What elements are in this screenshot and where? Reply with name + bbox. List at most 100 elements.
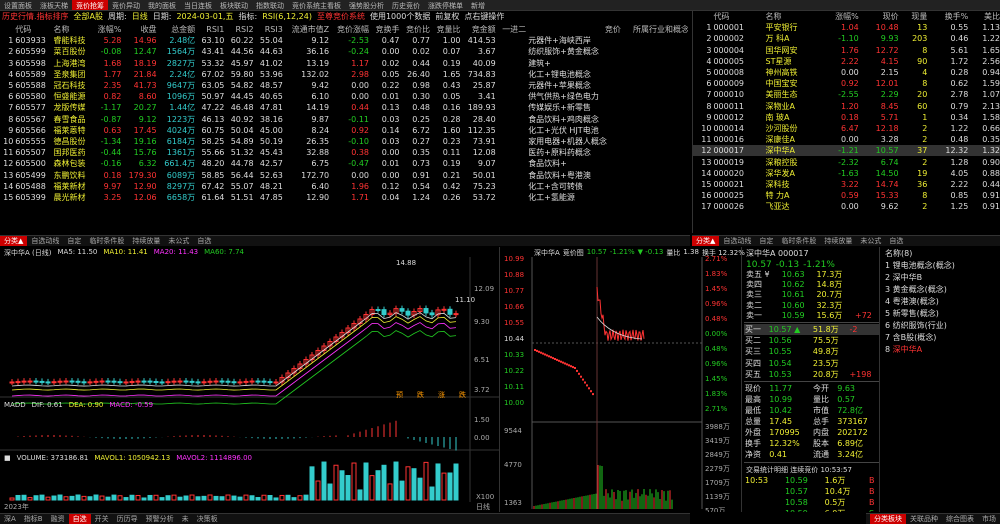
concept-item[interactable]: 2 深中华B — [885, 272, 997, 284]
column-header[interactable]: 代码 — [712, 11, 764, 22]
column-header[interactable]: 总金额 — [158, 24, 197, 35]
column-header[interactable]: 换手% — [928, 11, 969, 22]
ask-row[interactable]: 卖二 10.60 32.3万 — [744, 301, 879, 311]
ask-row[interactable]: 卖三 10.61 20.7万 — [744, 290, 879, 300]
tab-item[interactable]: 持续放量 — [820, 236, 856, 246]
column-header[interactable]: 竞价涨幅 — [330, 24, 370, 35]
table-row[interactable]: 8 605567 春雪食品 -0.87 9.12 1223万 46.13 40.92 38.16… — [0, 114, 688, 125]
tab-item[interactable]: 融资 — [47, 514, 69, 524]
toolbar-item[interactable]: 竞价异动 — [108, 0, 144, 10]
toolbar-item[interactable]: 当日连板 — [180, 0, 216, 10]
concept-item[interactable]: 1 锂电池概念(概念) — [885, 260, 997, 272]
ask-row[interactable]: 卖五 ¥ 10.63 17.3万 — [744, 270, 879, 280]
tab-item[interactable]: 分类板块 — [870, 514, 906, 524]
table-row[interactable]: 3 000004 国华网安 1.76 12.72 8 5.61 1.65 — [693, 45, 1000, 56]
tab-item[interactable]: 综合图表 — [942, 514, 978, 524]
tab-item[interactable]: 预警分析 — [142, 514, 178, 524]
table-row[interactable]: 14 000020 深华发A -1.63 14.50 19 4.05 0.88 — [693, 168, 1000, 179]
table-row[interactable]: 10 000014 沙河股份 6.47 12.18 2 1.22 0.66 — [693, 123, 1000, 134]
intraday-panel[interactable]: 深中华A 竞价图 10.57 -1.21% ▼ -0.13 量比 1.38 换手… — [502, 247, 745, 512]
tab-item[interactable]: 开关 — [91, 514, 113, 524]
tab-item[interactable]: 自选动线 — [27, 236, 63, 246]
indicator-value[interactable]: RSI(6,12,24) — [262, 11, 312, 23]
column-header[interactable]: 美比 — [969, 11, 1000, 22]
period-value[interactable]: 日线 — [132, 11, 148, 23]
table-row[interactable]: 3 605598 上海港湾 1.68 18.19 2827万 53.32 45.97 41.02… — [0, 58, 688, 69]
column-header[interactable]: RSI1 — [196, 24, 225, 35]
table-row[interactable]: 6 605580 恒盛能源 0.82 8.60 1096万 50.97 44.45 40.65 6… — [0, 91, 688, 102]
bid-row[interactable]: 买一 10.57 ▲ 51.8万 -2 — [744, 323, 879, 336]
bid-row[interactable]: 买二 10.56 75.5万 — [744, 335, 879, 346]
bid-row[interactable]: 买四 10.54 23.5万 — [744, 358, 879, 369]
ask-row[interactable]: 卖四 10.62 14.8万 — [744, 280, 879, 290]
concept-item[interactable]: 3 黄金概念(概念) — [885, 284, 997, 296]
table-row[interactable]: 11 605507 国邦医药 -0.44 15.76 1361万 55.66 51.32 45.… — [0, 147, 688, 158]
tab-item[interactable]: 自定 — [63, 236, 85, 246]
toolbar-item[interactable]: 指数联动 — [252, 0, 288, 10]
column-header[interactable]: 竞换手 — [370, 24, 401, 35]
table-row[interactable]: 5 605588 冠石科技 2.35 41.73 9647万 63.05 54.82 48.57… — [0, 80, 688, 91]
table-row[interactable]: 9 605566 福莱蒽特 0.63 17.45 4024万 60.75 50.04 45.00… — [0, 125, 688, 136]
tab-item[interactable]: 决策板 — [193, 514, 222, 524]
column-header[interactable]: RSI2 — [225, 24, 254, 35]
table-row[interactable]: 13 000019 深粮控股 -2.32 6.74 2 1.28 0.90 — [693, 156, 1000, 167]
table-row[interactable]: 7 000010 美丽生态 -2.55 2.29 20 2.78 1.07 — [693, 89, 1000, 100]
tab-item[interactable]: 历历导 — [113, 514, 142, 524]
table-row[interactable]: 1 603933 睿能科技 5.28 14.96 2.48亿 63.10 60.22 55.04… — [0, 35, 688, 46]
column-header[interactable]: RSI3 — [255, 24, 284, 35]
table-row[interactable]: 10 605555 德昌股份 -1.34 19.16 6184万 58.25 54.89 50.… — [0, 136, 688, 147]
toolbar-item[interactable]: 新增 — [467, 0, 489, 10]
column-header[interactable]: 现量 — [900, 11, 929, 22]
toolbar-item[interactable]: 设置面板 — [0, 0, 36, 10]
tab-item[interactable]: 未 — [178, 514, 193, 524]
column-header[interactable]: 所属行业和概念 — [622, 24, 688, 35]
tab-item[interactable]: 未公式 — [164, 236, 193, 246]
table-row[interactable]: 12 605500 森林包装 -0.16 6.32 661.4万 48.20 44.78 42.… — [0, 158, 688, 169]
column-header[interactable]: 流通市值Z — [284, 24, 330, 35]
toolbar-item[interactable]: 历史竞价 — [388, 0, 424, 10]
toolbar-item[interactable]: 强势股分析 — [345, 0, 388, 10]
table-row[interactable]: 16 000025 特 力A 0.59 15.33 8 0.85 0.91 — [693, 190, 1000, 201]
column-header[interactable]: 竞价比 — [401, 24, 432, 35]
tab-item[interactable]: 临时条件股 — [85, 236, 128, 246]
column-header[interactable]: 代码 — [14, 24, 52, 35]
column-header[interactable]: 名称 — [52, 24, 92, 35]
column-header[interactable]: 竞金额 — [462, 24, 497, 35]
tab-item[interactable]: 自选 — [193, 236, 215, 246]
table-row[interactable]: 7 605577 龙版传媒 -1.17 20.27 1.44亿 47.22 46.48 47.8… — [0, 102, 688, 113]
tab-item[interactable]: 市场 — [978, 514, 1000, 524]
tab-item[interactable]: 自选 — [885, 236, 907, 246]
ask-row[interactable]: 卖一 10.59 15.6万 +72 — [744, 311, 879, 321]
concept-item[interactable]: 4 粤港澳(概念) — [885, 296, 997, 308]
concept-item[interactable]: 6 纺织服饰(行业) — [885, 320, 997, 332]
table-row[interactable]: 13 605499 东鹏饮料 0.18 179.30 6089万 58.85 56.44 52.… — [0, 169, 688, 180]
column-header[interactable]: 名称 — [764, 11, 818, 22]
tab-item[interactable]: 持续放量 — [128, 236, 164, 246]
table-row[interactable]: 1 000001 平安银行 1.04 10.48 13 0.55 1.13 — [693, 22, 1000, 33]
tab-item[interactable]: 自选动线 — [719, 236, 755, 246]
bid-row[interactable]: 买五 10.53 20.8万 +198 — [744, 369, 879, 380]
kline-panel[interactable]: 深中华A (日线) MA5: 11.50 MA10: 11.41 MA20: 1… — [0, 247, 500, 512]
tab-item[interactable]: 深A — [0, 514, 20, 524]
table-row[interactable]: 8 000011 深物业A 1.20 8.45 60 0.79 2.13 — [693, 101, 1000, 112]
table-row[interactable]: 15 000021 深科技 3.22 14.74 36 2.22 0.44 — [693, 179, 1000, 190]
tab-item[interactable]: 自选 — [68, 514, 91, 524]
table-row[interactable]: 17 000026 飞亚达 0.00 9.62 2 1.25 0.91 — [693, 201, 1000, 212]
tab-item[interactable]: 分类▲ — [692, 236, 720, 246]
table-row[interactable]: 4 000005 ST星源 2.22 4.15 90 1.72 2.56 — [693, 56, 1000, 67]
toolbar-item[interactable]: 板块联动 — [216, 0, 252, 10]
table-row[interactable]: 2 605599 菜百股份 -0.08 12.47 1564万 43.41 44.56 44.6… — [0, 46, 688, 57]
column-header[interactable]: 竞价 — [527, 24, 622, 35]
toolbar-item[interactable]: 我的面板 — [144, 0, 180, 10]
table-row[interactable]: 6 000009 中国宝安 0.92 12.01 8 0.62 1.59 — [693, 78, 1000, 89]
concept-item[interactable]: 8 深中华A — [885, 344, 997, 356]
table-row[interactable]: 12 000017 深中华A -1.21 10.57 37 12.32 1.32 — [693, 145, 1000, 157]
table-row[interactable]: 15 605399 晨光新材 3.25 12.06 6658万 61.64 51.51 47.8… — [0, 192, 688, 203]
concept-item[interactable]: 7 含B股(概念) — [885, 332, 997, 344]
date-value[interactable]: 2024-03-01,五 — [176, 11, 233, 23]
table-row[interactable]: 4 605589 圣泉集团 1.77 21.84 2.24亿 67.02 59.80 53.96… — [0, 69, 688, 80]
table-row[interactable]: 2 000002 万 科A -1.10 9.93 203 0.46 1.22 — [693, 33, 1000, 44]
column-header[interactable]: 涨幅% — [92, 24, 122, 35]
tab-item[interactable]: 指标B — [20, 514, 47, 524]
concept-item[interactable]: 5 新零售(概念) — [885, 308, 997, 320]
